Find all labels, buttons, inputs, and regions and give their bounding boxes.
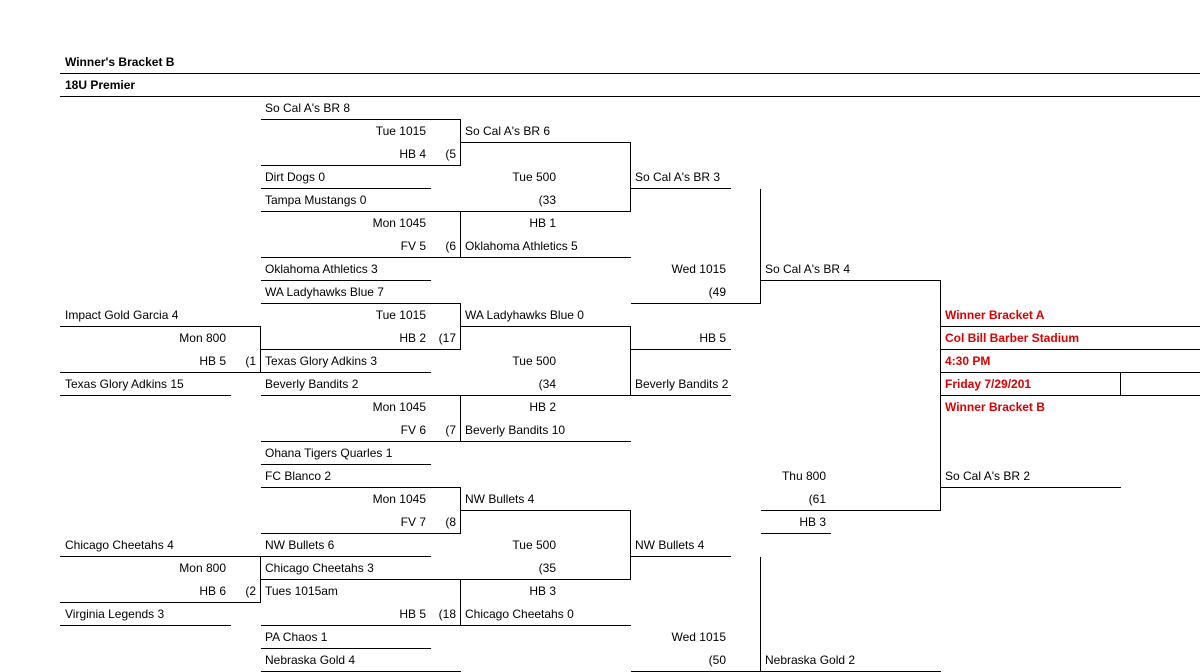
num: (49 — [631, 281, 731, 304]
num: (17 — [431, 327, 461, 350]
final-text: Winner Bracket A — [941, 304, 1121, 327]
num: (35 — [461, 557, 561, 580]
time: Tue 500 — [461, 350, 561, 373]
bracket-sheet: Winner's Bracket B 18U Premier So Cal A'… — [0, 0, 1200, 672]
team: FC Blanco 2 — [261, 465, 431, 488]
team: Beverly Bandits 2 — [631, 373, 731, 396]
bracket-table: Winner's Bracket B 18U Premier So Cal A'… — [60, 50, 1200, 672]
loc: HB 5 — [261, 603, 431, 626]
team: Ohana Tigers Quarles 1 — [261, 442, 431, 465]
team: Chicago Cheetahs 4 — [61, 534, 231, 557]
loc: HB 3 — [761, 511, 831, 534]
num: (1 — [231, 350, 261, 373]
team: Beverly Bandits 2 — [261, 373, 431, 396]
loc: HB 2 — [461, 396, 561, 419]
time: Tue 1015 — [261, 304, 431, 327]
team: PA Chaos 1 — [261, 626, 431, 649]
team: Nebraska Gold 4 — [261, 649, 431, 672]
time: Tues 1015am — [261, 580, 431, 603]
loc: HB 6 — [61, 580, 231, 603]
loc: HB 4 — [261, 143, 431, 166]
team: So Cal A's BR 6 — [461, 120, 631, 143]
team: Chicago Cheetahs 0 — [461, 603, 631, 626]
num: (6 — [431, 235, 461, 258]
final-text: Winner Bracket B — [941, 396, 1121, 419]
team: Impact Gold Garcia 4 — [61, 304, 231, 327]
title: Winner's Bracket B — [61, 51, 231, 74]
team: NW Bullets 4 — [461, 488, 631, 511]
team: Texas Glory Adkins 3 — [261, 350, 431, 373]
loc: FV 6 — [261, 419, 431, 442]
team: WA Ladyhawks Blue 0 — [461, 304, 631, 327]
num: (18 — [431, 603, 461, 626]
loc: HB 1 — [461, 212, 561, 235]
time: Wed 1015 — [631, 258, 731, 281]
team: Nebraska Gold 2 — [761, 649, 941, 672]
final-text: Col Bill Barber Stadium — [941, 327, 1121, 350]
team: So Cal A's BR 3 — [631, 166, 731, 189]
num: (61 — [761, 488, 831, 511]
loc: HB 2 — [261, 327, 431, 350]
time: Mon 800 — [61, 327, 231, 350]
time: Tue 500 — [461, 166, 561, 189]
time: Tue 1015 — [261, 120, 431, 143]
header-row-2: 18U Premier — [61, 74, 1200, 97]
num: (5 — [431, 143, 461, 166]
team: So Cal A's BR 2 — [941, 465, 1121, 488]
time: Wed 1015 — [631, 626, 731, 649]
team: NW Bullets 6 — [261, 534, 431, 557]
team: Beverly Bandits 10 — [461, 419, 631, 442]
loc: HB 5 — [631, 327, 731, 350]
final-text: Friday 7/29/201 — [941, 373, 1121, 396]
time: Mon 800 — [61, 557, 231, 580]
num: (7 — [431, 419, 461, 442]
team: WA Ladyhawks Blue 7 — [261, 281, 431, 304]
loc: FV 7 — [261, 511, 431, 534]
team: Tampa Mustangs 0 — [261, 189, 431, 212]
team: Oklahoma Athletics 3 — [261, 258, 431, 281]
team: Dirt Dogs 0 — [261, 166, 431, 189]
num: (34 — [461, 373, 561, 396]
team: NW Bullets 4 — [631, 534, 731, 557]
header-row-1: Winner's Bracket B — [61, 51, 1200, 74]
loc: HB 3 — [461, 580, 561, 603]
time: Mon 1045 — [261, 488, 431, 511]
num: (8 — [431, 511, 461, 534]
team: So Cal A's BR 4 — [761, 258, 941, 281]
team: Oklahoma Athletics 5 — [461, 235, 631, 258]
team: Texas Glory Adkins 15 — [61, 373, 231, 396]
loc: HB 5 — [61, 350, 231, 373]
num: (2 — [231, 580, 261, 603]
final-text: 4:30 PM — [941, 350, 1121, 373]
time: Mon 1045 — [261, 396, 431, 419]
num: (50 — [631, 649, 731, 672]
team: So Cal A's BR 8 — [261, 97, 431, 120]
team: Virginia Legends 3 — [61, 603, 231, 626]
time: Thu 800 — [761, 465, 831, 488]
subtitle: 18U Premier — [61, 74, 231, 97]
time: Tue 500 — [461, 534, 561, 557]
team: Chicago Cheetahs 3 — [261, 557, 431, 580]
num: (33 — [461, 189, 561, 212]
loc: FV 5 — [261, 235, 431, 258]
time: Mon 1045 — [261, 212, 431, 235]
